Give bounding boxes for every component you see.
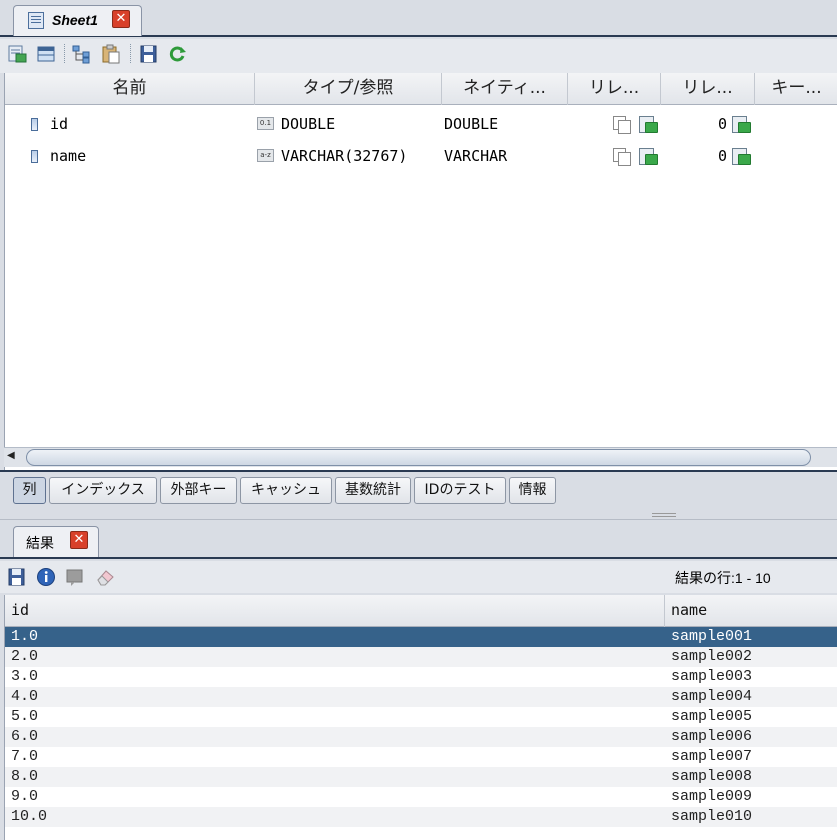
- tab-columns[interactable]: 列: [13, 477, 46, 504]
- column-header-relation-2[interactable]: リレ...: [661, 73, 755, 105]
- table-row[interactable]: name a-z VARCHAR(32767) VARCHAR 0: [5, 140, 837, 172]
- column-native-type: DOUBLE: [444, 115, 499, 133]
- cell-id[interactable]: 9.0: [11, 787, 38, 807]
- navigate-icon[interactable]: [732, 148, 751, 165]
- save-icon[interactable]: [7, 567, 27, 587]
- column-header-type[interactable]: タイプ/参照: [255, 73, 442, 105]
- tab-foreign-keys[interactable]: 外部キー: [160, 477, 237, 504]
- paste-icon[interactable]: [101, 44, 121, 64]
- panel-splitter[interactable]: [0, 510, 837, 520]
- cell-name[interactable]: sample007: [671, 747, 752, 767]
- column-native-type: VARCHAR: [444, 147, 508, 165]
- relation-count: 0: [718, 115, 728, 133]
- cell-name[interactable]: sample006: [671, 727, 752, 747]
- cell-name[interactable]: sample005: [671, 707, 752, 727]
- scroll-left-arrow-icon[interactable]: ◀: [7, 450, 15, 461]
- tab-id-test[interactable]: IDのテスト: [414, 477, 506, 504]
- relation-count: 0: [718, 147, 728, 165]
- tab-indexes[interactable]: インデックス: [49, 477, 157, 504]
- save-icon[interactable]: [139, 44, 159, 64]
- refresh-icon[interactable]: [168, 44, 188, 64]
- table-row[interactable]: id 0.1 DOUBLE DOUBLE 0: [5, 108, 837, 140]
- table-row[interactable]: 3.0 sample003: [5, 667, 837, 687]
- column-header-relation-1[interactable]: リレ...: [568, 73, 661, 105]
- navigate-icon[interactable]: [639, 148, 658, 165]
- comment-icon[interactable]: [65, 567, 85, 587]
- tab-sheet1[interactable]: Sheet1 ✕: [13, 5, 142, 36]
- tab-results[interactable]: 結果 ✕: [13, 526, 99, 557]
- double-type-icon: 0.1: [257, 117, 274, 130]
- table-row[interactable]: 8.0 sample008: [5, 767, 837, 787]
- result-header-name[interactable]: name: [665, 595, 837, 627]
- column-name: name: [50, 147, 87, 165]
- column-icon: [31, 150, 38, 163]
- horizontal-scrollbar[interactable]: ◀: [4, 447, 837, 467]
- tab-info[interactable]: 情報: [509, 477, 556, 504]
- table-row[interactable]: 4.0 sample004: [5, 687, 837, 707]
- result-row-count: 結果の行:1 - 10: [675, 570, 771, 586]
- cell-id[interactable]: 10.0: [11, 807, 47, 827]
- navigate-icon[interactable]: [639, 116, 658, 133]
- toolbar-separator: [64, 44, 65, 64]
- column-type: DOUBLE: [281, 115, 336, 133]
- editor-toolbar: [0, 39, 837, 73]
- cell-id[interactable]: 1.0: [11, 627, 38, 647]
- info-icon[interactable]: [36, 567, 56, 587]
- cell-name[interactable]: sample001: [671, 627, 752, 647]
- cell-name[interactable]: sample010: [671, 807, 752, 827]
- tree-icon[interactable]: [71, 44, 91, 64]
- copy-icon[interactable]: [613, 148, 631, 166]
- tab-results-label: 結果: [26, 536, 54, 552]
- tab-sheet1-label: Sheet1: [52, 12, 98, 28]
- tab-cardinality[interactable]: 基数統計: [335, 477, 411, 504]
- results-tab-strip: 結果 ✕: [0, 520, 837, 559]
- cell-id[interactable]: 2.0: [11, 647, 38, 667]
- columns-header-row: 名前 タイプ/参照 ネイティ... リレ... リレ... キー...: [5, 73, 837, 105]
- columns-table: 名前 タイプ/参照 ネイティ... リレ... リレ... キー... id 0…: [4, 73, 837, 470]
- column-name: id: [50, 115, 69, 133]
- result-header-id[interactable]: id: [5, 595, 665, 627]
- column-header-key[interactable]: キー...: [755, 73, 837, 105]
- copy-icon[interactable]: [613, 116, 631, 134]
- cell-id[interactable]: 7.0: [11, 747, 38, 767]
- column-header-name[interactable]: 名前: [5, 73, 255, 105]
- scrollbar-thumb[interactable]: [26, 449, 811, 466]
- eraser-icon[interactable]: [95, 567, 115, 587]
- result-grid: id name 1.0 sample001 2.0 sample002 3.0 sampl…: [4, 595, 837, 840]
- column-header-native[interactable]: ネイティ...: [442, 73, 568, 105]
- table-row[interactable]: 6.0 sample006: [5, 727, 837, 747]
- table-icon[interactable]: [36, 44, 56, 64]
- editor-tab-strip: Sheet1 ✕: [0, 0, 837, 37]
- detail-tab-strip: 列 インデックス 外部キー キャッシュ 基数統計 IDのテスト 情報: [0, 470, 837, 510]
- table-row[interactable]: 1.0 sample001: [5, 627, 837, 647]
- cell-id[interactable]: 3.0: [11, 667, 38, 687]
- table-row[interactable]: 7.0 sample007: [5, 747, 837, 767]
- cell-id[interactable]: 6.0: [11, 727, 38, 747]
- tab-cache[interactable]: キャッシュ: [240, 477, 332, 504]
- toolbar-separator: [130, 44, 131, 64]
- export-icon[interactable]: [7, 44, 27, 64]
- table-row[interactable]: 5.0 sample005: [5, 707, 837, 727]
- string-type-icon: a-z: [257, 149, 274, 162]
- cell-name[interactable]: sample003: [671, 667, 752, 687]
- table-row[interactable]: 10.0 sample010: [5, 807, 837, 827]
- cell-id[interactable]: 8.0: [11, 767, 38, 787]
- cell-name[interactable]: sample004: [671, 687, 752, 707]
- cell-id[interactable]: 4.0: [11, 687, 38, 707]
- table-row[interactable]: 2.0 sample002: [5, 647, 837, 667]
- table-row[interactable]: 9.0 sample009: [5, 787, 837, 807]
- result-header-row: id name: [5, 595, 837, 627]
- splitter-grip[interactable]: [652, 513, 676, 517]
- sheet-icon: [28, 12, 44, 29]
- column-icon: [31, 118, 38, 131]
- close-icon[interactable]: ✕: [70, 531, 88, 549]
- cell-name[interactable]: sample002: [671, 647, 752, 667]
- cell-name[interactable]: sample008: [671, 767, 752, 787]
- column-type: VARCHAR(32767): [281, 147, 408, 165]
- cell-id[interactable]: 5.0: [11, 707, 38, 727]
- cell-name[interactable]: sample009: [671, 787, 752, 807]
- navigate-icon[interactable]: [732, 116, 751, 133]
- close-icon[interactable]: ✕: [112, 10, 130, 28]
